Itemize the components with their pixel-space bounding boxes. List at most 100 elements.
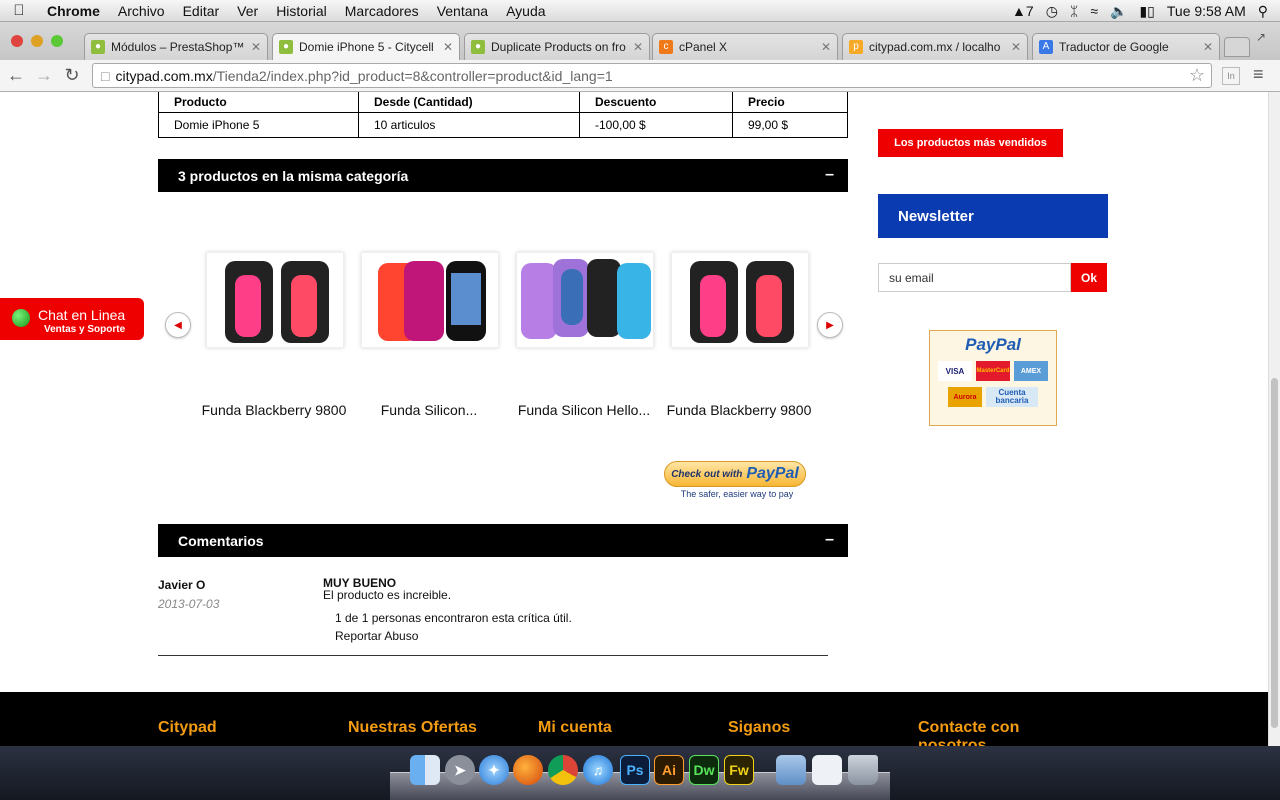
tab-title: Traductor de Google — [1059, 40, 1169, 54]
page-scrollbar[interactable] — [1268, 92, 1280, 746]
address-bar[interactable]: □ citypad.com.mx/Tienda2/index.php?id_pr… — [92, 63, 1212, 88]
review-date: 2013-07-03 — [158, 597, 220, 611]
tab-title: Domie iPhone 5 - Citycell — [299, 40, 434, 54]
reload-icon[interactable]: ↻ — [58, 65, 86, 86]
dreamweaver-icon[interactable]: Dw — [689, 755, 719, 785]
close-tab-icon[interactable]: ✕ — [1203, 40, 1213, 54]
product-name[interactable]: Funda Blackberry 9800 — [664, 402, 814, 418]
comments-header[interactable]: Comentarios – — [158, 524, 848, 557]
scrollbar-thumb[interactable] — [1271, 378, 1278, 728]
clock[interactable]: Tue 9:58 AM — [1167, 3, 1246, 19]
bookmark-star-icon[interactable]: ☆ — [1189, 65, 1205, 86]
zoom-window-icon[interactable] — [51, 35, 63, 47]
close-tab-icon[interactable]: ✕ — [251, 40, 261, 54]
divider — [158, 655, 828, 656]
section-title: Comentarios — [178, 532, 264, 549]
newsletter-email-input[interactable] — [878, 263, 1071, 292]
photoshop-icon[interactable]: Ps — [620, 755, 650, 785]
spotlight-icon[interactable]: ⚲ — [1258, 3, 1268, 20]
product-name[interactable]: Funda Blackberry 9800 — [199, 402, 349, 418]
preview-icon[interactable] — [812, 755, 842, 785]
illustrator-icon[interactable]: Ai — [654, 755, 684, 785]
product-image[interactable] — [516, 252, 654, 348]
volume-icon[interactable]: 🔈 — [1110, 3, 1127, 20]
minimize-window-icon[interactable] — [31, 35, 43, 47]
safari-icon[interactable]: ✦ — [479, 755, 509, 785]
folder-icon[interactable] — [776, 755, 806, 785]
product-image[interactable] — [206, 252, 344, 348]
adobe-status-icon[interactable]: ▲7 — [1012, 3, 1034, 19]
wifi-icon[interactable]: ≈ — [1090, 3, 1098, 19]
product-image[interactable] — [361, 252, 499, 348]
menu-ayuda[interactable]: Ayuda — [497, 3, 554, 19]
menu-app[interactable]: Chrome — [38, 3, 109, 19]
section-title: 3 productos en la misma categoría — [178, 167, 409, 184]
product-name[interactable]: Funda Silicon Hello... — [509, 402, 659, 418]
chrome-icon[interactable] — [548, 755, 578, 785]
fullscreen-icon[interactable]: ↗ — [1256, 30, 1266, 44]
paypal-button-brand: PayPal — [746, 465, 799, 482]
tab-modulos[interactable]: ● Módulos – PrestaShop™ ✕ — [84, 33, 268, 60]
menu-ver[interactable]: Ver — [228, 3, 267, 19]
tab-title: cPanel X — [679, 40, 728, 54]
chat-widget[interactable]: Chat en Linea Ventas y Soporte — [0, 298, 144, 340]
close-tab-icon[interactable]: ✕ — [1011, 40, 1021, 54]
time-machine-icon[interactable]: ◷ — [1046, 3, 1058, 20]
menu-marcadores[interactable]: Marcadores — [336, 3, 428, 19]
footer-offers[interactable]: Nuestras Ofertas — [348, 719, 477, 737]
firefox-icon[interactable] — [513, 755, 543, 785]
menu-bar:  Chrome Archivo Editar Ver Historial Ma… — [0, 0, 1280, 22]
product-card[interactable]: Funda Silicon... — [354, 252, 504, 418]
new-tab-button[interactable] — [1224, 37, 1250, 57]
menu-editar[interactable]: Editar — [174, 3, 229, 19]
carousel-prev-button[interactable]: ◀ — [165, 312, 191, 338]
collapse-toggle[interactable]: – — [825, 166, 834, 184]
close-tab-icon[interactable]: ✕ — [443, 40, 453, 54]
report-abuse-link[interactable]: Reportar Abuso — [335, 629, 418, 643]
close-window-icon[interactable] — [11, 35, 23, 47]
collapse-toggle[interactable]: – — [825, 531, 834, 549]
carousel-next-button[interactable]: ▶ — [817, 312, 843, 338]
product-card[interactable]: Funda Blackberry 9800 — [199, 252, 349, 418]
footer-account[interactable]: Mi cuenta — [538, 719, 612, 737]
menu-archivo[interactable]: Archivo — [109, 3, 174, 19]
trash-icon[interactable] — [848, 755, 878, 785]
close-tab-icon[interactable]: ✕ — [821, 40, 831, 54]
prestashop-icon: ● — [471, 40, 485, 54]
apple-icon[interactable]:  — [0, 2, 38, 19]
back-icon[interactable]: ← — [2, 65, 30, 86]
extension-icon[interactable]: In — [1222, 67, 1240, 85]
menu-historial[interactable]: Historial — [267, 3, 336, 19]
forward-icon[interactable]: → — [30, 65, 58, 86]
footer-contact[interactable]: Contacte con nosotros — [918, 719, 1068, 746]
chrome-menu-icon[interactable]: ≡ — [1253, 64, 1264, 85]
address-path: /Tienda2/index.php?id_product=8&controll… — [212, 67, 613, 84]
product-image[interactable] — [671, 252, 809, 348]
product-name[interactable]: Funda Silicon... — [354, 402, 504, 418]
product-card[interactable]: Funda Blackberry 9800 — [664, 252, 814, 418]
launchpad-icon[interactable]: ➤ — [445, 755, 475, 785]
table-header: Precio — [732, 92, 848, 113]
tab-duplicate-products[interactable]: ● Duplicate Products on fro ✕ — [464, 33, 650, 60]
product-card[interactable]: Funda Silicon Hello... — [509, 252, 659, 418]
bestsellers-button[interactable]: Los productos más vendidos — [878, 129, 1063, 157]
finder-icon[interactable] — [410, 755, 440, 785]
table-cell: 10 articulos — [358, 111, 580, 138]
tab-google-translate[interactable]: A Traductor de Google ✕ — [1032, 33, 1220, 60]
menu-ventana[interactable]: Ventana — [428, 3, 497, 19]
newsletter-header: Newsletter — [878, 194, 1108, 238]
same-category-header[interactable]: 3 productos en la misma categoría – — [158, 159, 848, 192]
battery-icon[interactable]: ▮▯ — [1139, 3, 1154, 20]
footer-citypad[interactable]: Citypad — [158, 719, 217, 737]
fireworks-icon[interactable]: Fw — [724, 755, 754, 785]
bluetooth-icon[interactable]: ᛯ — [1070, 3, 1078, 19]
table-row: Domie iPhone 5 10 articulos -100,00 $ 99… — [158, 111, 848, 138]
paypal-checkout-button[interactable]: Check out with PayPal — [664, 461, 806, 487]
close-tab-icon[interactable]: ✕ — [633, 40, 643, 54]
itunes-icon[interactable]: ♫ — [583, 755, 613, 785]
newsletter-submit-button[interactable]: Ok — [1071, 263, 1107, 292]
tab-cpanel[interactable]: c cPanel X ✕ — [652, 33, 838, 60]
tab-domie-iphone[interactable]: ● Domie iPhone 5 - Citycell ✕ — [272, 33, 460, 60]
footer-follow[interactable]: Siganos — [728, 719, 790, 737]
tab-phpmyadmin[interactable]: p citypad.com.mx / localho ✕ — [842, 33, 1028, 60]
